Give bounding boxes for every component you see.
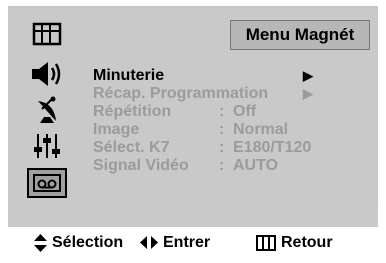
menu-item-separator: :	[219, 121, 225, 138]
return-hint: Retour	[256, 234, 333, 252]
menu-title: Menu Magnét	[230, 20, 370, 50]
tape-icon[interactable]	[27, 168, 67, 198]
menu-item-label: Sélect. K7	[93, 139, 170, 156]
menu-item-label: Répétition	[93, 103, 172, 120]
menu-item-separator: :	[219, 103, 225, 120]
menu-item-label: Image	[93, 121, 140, 138]
select-hint: Sélection	[34, 233, 124, 252]
menu-item-value: Normal	[233, 121, 289, 138]
equalizer-icon[interactable]	[27, 132, 67, 160]
menu-item-signal-video[interactable]: Signal Vidéo : AUTO	[93, 157, 278, 175]
sound-icon[interactable]	[27, 60, 67, 88]
menu-bottom-band	[8, 204, 378, 226]
menu-item-separator: :	[219, 157, 225, 174]
left-right-arrow-icon	[140, 236, 158, 249]
submenu-arrow-icon: ▶	[303, 86, 313, 101]
menu-item-separator: :	[219, 139, 225, 156]
enter-hint: Entrer	[140, 234, 210, 252]
up-down-arrow-icon	[34, 233, 47, 252]
menu-item-label: Récap. Programmation	[93, 85, 269, 102]
menu-item-repetition[interactable]: Répétition : Off	[93, 103, 256, 121]
satellite-icon[interactable]	[27, 96, 67, 124]
enter-hint-label: Entrer	[163, 233, 211, 251]
menu-item-recap-programmation[interactable]: Récap. Programmation ▶	[93, 85, 313, 103]
menu-item-label: Signal Vidéo	[93, 157, 189, 174]
return-hint-label: Retour	[281, 233, 333, 251]
menu-grid-icon	[256, 234, 276, 251]
tv-screen: Menu Magnét Minuterie ▶ Récap. Programma…	[0, 0, 386, 263]
menu-footer: Sélection Entrer Retour	[8, 226, 378, 258]
picture-icon[interactable]	[27, 20, 67, 48]
menu-item-value: Off	[233, 103, 257, 120]
menu-item-image[interactable]: Image : Normal	[93, 121, 288, 139]
menu-item-select-k7[interactable]: Sélect. K7 : E180/T120	[93, 139, 311, 157]
submenu-arrow-icon: ▶	[303, 68, 313, 83]
menu-item-label: Minuterie	[93, 67, 165, 84]
menu-item-value: E180/T120	[233, 139, 312, 156]
menu-item-minuterie[interactable]: Minuterie ▶	[93, 67, 313, 85]
select-hint-label: Sélection	[52, 233, 124, 251]
menu-item-value: AUTO	[233, 157, 279, 174]
